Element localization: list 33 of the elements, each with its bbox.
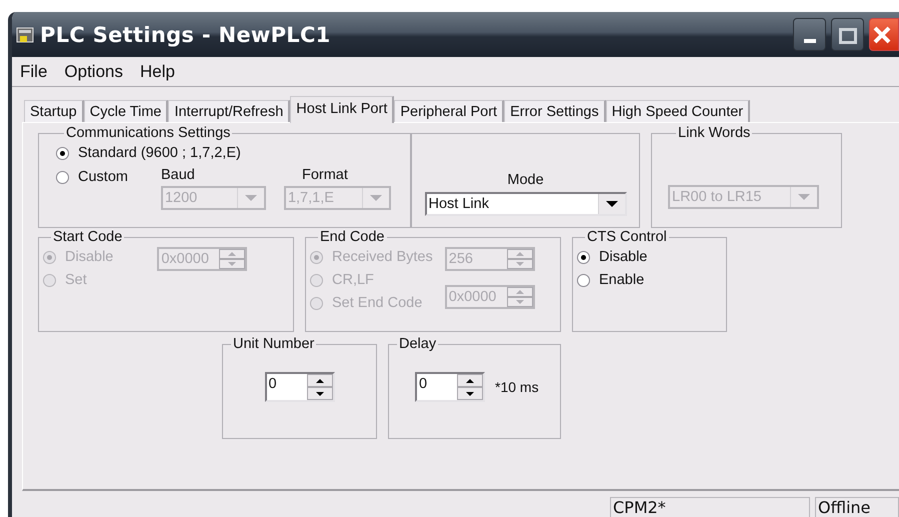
radio-button[interactable]: Standard (9600 ; 1,7,2,E) <box>56 143 410 163</box>
maximize-button[interactable] <box>831 18 864 51</box>
field-label: Mode <box>507 172 544 188</box>
tab[interactable]: High Speed Counter <box>606 100 750 122</box>
field-label: Format <box>302 167 349 183</box>
menu-item[interactable]: Options <box>64 62 123 82</box>
menu-item[interactable]: File <box>20 62 48 82</box>
group-title: Start Code <box>52 229 124 245</box>
minimize-button[interactable] <box>793 18 826 51</box>
field-label: Baud <box>160 167 196 183</box>
unit-label: *10 ms <box>495 379 539 395</box>
status-panel: Offline <box>815 497 899 517</box>
radio-button[interactable]: Custom <box>56 167 128 187</box>
status-panel: CPM2* <box>610 497 810 517</box>
tab[interactable]: Interrupt/Refresh <box>168 100 290 122</box>
tab[interactable]: Peripheral Port <box>394 100 504 122</box>
tab[interactable]: Cycle Time <box>84 100 168 122</box>
group-title: End Code <box>319 229 386 245</box>
radio-button[interactable]: Disable <box>577 247 726 267</box>
window-title: PLC Settings - NewPLC1 <box>40 22 332 46</box>
dropdown[interactable]: Host Link <box>424 192 626 216</box>
tab[interactable]: Error Settings <box>504 100 606 122</box>
plc-device-icon <box>16 26 34 44</box>
radio-button[interactable]: Enable <box>577 270 726 290</box>
group-title: CTS Control <box>586 229 668 245</box>
group-title: Communications Settings <box>65 125 232 141</box>
close-button[interactable] <box>869 18 899 51</box>
group-title: Delay <box>398 336 438 352</box>
group-title: Link Words <box>677 125 752 141</box>
group-title: Unit Number <box>232 336 316 352</box>
tab[interactable]: Host Link Port <box>290 96 394 123</box>
menu-item[interactable]: Help <box>140 62 175 82</box>
tab[interactable]: Startup <box>24 100 84 122</box>
